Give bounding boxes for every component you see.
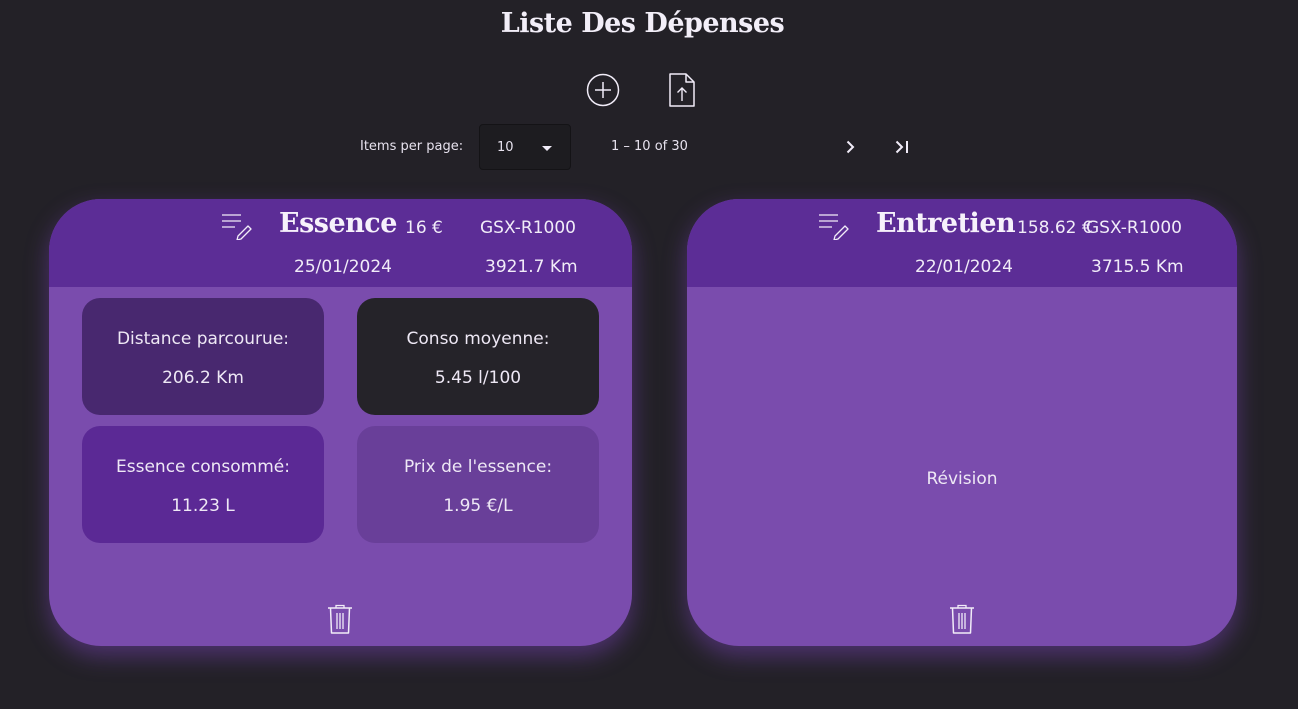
page-size-select[interactable]: 10 (479, 124, 571, 170)
items-per-page-label: Items per page: (360, 139, 464, 154)
stat-consumption-avg: Conso moyenne: 5.45 l/100 (357, 298, 599, 415)
stat-label: Distance parcourue: (116, 329, 290, 349)
next-page-button[interactable] (835, 132, 865, 162)
card-header: Entretien 158.62 € GSX-R1000 22/01/2024 … (687, 199, 1237, 287)
delete-expense-button[interactable] (327, 604, 353, 634)
page-title: Liste Des Dépenses (500, 8, 785, 39)
expense-card: Entretien 158.62 € GSX-R1000 22/01/2024 … (687, 199, 1237, 646)
edit-list-icon (222, 214, 252, 241)
plus-circle-icon (586, 73, 620, 107)
expense-type: Essence (279, 208, 397, 239)
page-range-label: 1 – 10 of 30 (611, 139, 688, 154)
expense-mileage: 3921.7 Km (485, 257, 578, 277)
paginator: Items per page: 10 1 – 10 of 30 (0, 124, 1298, 170)
stat-value: 5.45 l/100 (434, 368, 522, 388)
stat-fuel-price: Prix de l'essence: 1.95 €/L (357, 426, 599, 543)
last-page-button[interactable] (888, 132, 918, 162)
edit-list-icon (819, 214, 849, 241)
expense-card: Essence 16 € GSX-R1000 25/01/2024 3921.7… (49, 199, 632, 646)
expense-description: Révision (926, 469, 998, 489)
expense-date: 25/01/2024 (294, 257, 392, 277)
stat-value: 1.95 €/L (443, 496, 513, 516)
stat-label: Conso moyenne: (406, 329, 550, 349)
stat-label: Prix de l'essence: (403, 457, 553, 477)
expense-type: Entretien (876, 208, 1016, 239)
expense-amount: 16 € (405, 218, 443, 238)
expense-mileage: 3715.5 Km (1091, 257, 1184, 277)
last-page-icon (895, 140, 908, 154)
card-header: Essence 16 € GSX-R1000 25/01/2024 3921.7… (49, 199, 632, 287)
add-expense-button[interactable] (585, 72, 621, 108)
expense-date: 22/01/2024 (915, 257, 1013, 277)
file-upload-icon (669, 73, 695, 107)
stat-value: 206.2 Km (162, 368, 244, 388)
vehicle-name: GSX-R1000 (480, 218, 576, 238)
caret-down-icon (542, 146, 552, 151)
page-size-value: 10 (497, 140, 514, 155)
trash-icon (328, 604, 352, 634)
upload-file-button[interactable] (664, 72, 700, 108)
stat-fuel-used: Essence consommé: 11.23 L (82, 426, 324, 543)
delete-expense-button[interactable] (949, 604, 975, 634)
edit-expense-button[interactable] (221, 212, 253, 244)
vehicle-name: GSX-R1000 (1086, 218, 1182, 238)
trash-icon (950, 604, 974, 634)
stat-value: 11.23 L (171, 496, 235, 516)
edit-expense-button[interactable] (818, 212, 850, 244)
chevron-right-icon (846, 140, 855, 154)
stat-distance: Distance parcourue: 206.2 Km (82, 298, 324, 415)
stat-label: Essence consommé: (116, 457, 290, 477)
expense-amount: 158.62 € (1017, 218, 1093, 238)
